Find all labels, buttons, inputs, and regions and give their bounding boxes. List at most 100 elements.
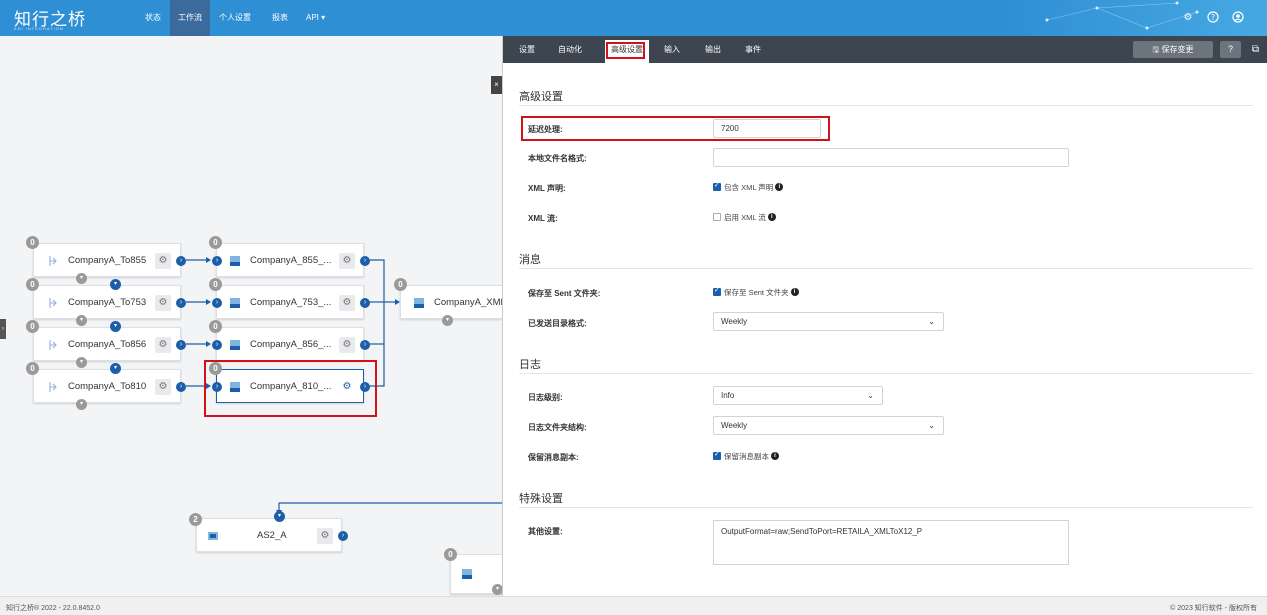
other-settings-textarea[interactable]: OutputFormat=raw;SendToPort=RETAILA_XMLT… xyxy=(713,520,1069,565)
nav-reports[interactable]: 报表 xyxy=(264,0,296,36)
info-icon[interactable]: i xyxy=(790,288,799,296)
input-port-icon[interactable]: › xyxy=(212,256,222,266)
divider xyxy=(519,268,1253,269)
checkbox-unchecked-icon[interactable] xyxy=(713,213,721,221)
node-settings-gear-icon[interactable]: ⚙ xyxy=(317,528,333,544)
user-icon[interactable] xyxy=(1231,11,1245,25)
chevron-down-icon[interactable]: ▾ xyxy=(76,315,87,326)
node-count-badge: 0 xyxy=(209,320,222,333)
checkbox-checked-icon[interactable] xyxy=(713,181,721,191)
flow-node[interactable]: › CompanyA_753_... ⚙ › xyxy=(212,285,370,319)
nav-status[interactable]: 状态 xyxy=(137,0,169,36)
xml-file-icon xyxy=(229,339,241,351)
close-panel-button[interactable]: × xyxy=(491,76,502,94)
help-button[interactable]: ? xyxy=(1220,41,1241,58)
tab-output[interactable]: 输出 xyxy=(699,36,727,63)
chevron-down-icon[interactable]: ▾ xyxy=(492,584,502,595)
script-icon xyxy=(47,381,59,393)
output-port-icon[interactable]: › xyxy=(176,256,186,266)
node-label: CompanyA_To753 xyxy=(68,297,147,308)
node-label: CompanyA_XML xyxy=(434,297,502,308)
tab-automation[interactable]: 自动化 xyxy=(552,36,588,63)
gear-icon[interactable]: ⚙ xyxy=(1181,11,1195,25)
flow-node[interactable]: CompanyA_To810 ⚙ › xyxy=(33,369,186,403)
xml-declaration-checkbox[interactable]: 包含 XML 声明i xyxy=(713,181,784,193)
help-icon[interactable]: ? xyxy=(1206,11,1220,25)
flow-node[interactable]: AS2_A ⚙ › xyxy=(196,518,348,552)
flow-node[interactable]: CompanyA_To855 ⚙ › xyxy=(33,243,186,277)
node-count-badge: 0 xyxy=(444,548,457,561)
tab-input[interactable]: 输入 xyxy=(658,36,686,63)
external-link-icon[interactable]: ⧉ xyxy=(1245,41,1266,58)
chevron-down-icon[interactable]: ▾ xyxy=(76,273,87,284)
node-settings-gear-icon[interactable]: ⚙ xyxy=(155,337,171,353)
checkbox-checked-icon[interactable] xyxy=(713,286,721,296)
xml-file-icon xyxy=(461,568,473,580)
output-port-icon[interactable]: › xyxy=(176,298,186,308)
info-icon[interactable]: i xyxy=(775,183,784,191)
nav-workflow[interactable]: 工作流 xyxy=(170,0,210,36)
chevron-down-icon[interactable]: ▾ xyxy=(442,315,453,326)
output-port-icon[interactable]: › xyxy=(176,382,186,392)
flow-node[interactable]: CompanyA_To856 ⚙ › xyxy=(33,327,186,361)
select-value: Weekly xyxy=(721,421,748,430)
chevron-down-icon[interactable]: ▾ xyxy=(76,399,87,410)
xml-file-icon xyxy=(229,297,241,309)
node-count-badge: 2 xyxy=(189,513,202,526)
tab-events[interactable]: 事件 xyxy=(739,36,767,63)
node-count-badge: 0 xyxy=(209,236,222,249)
node-count-badge: 0 xyxy=(26,362,39,375)
flow-node[interactable]: CompanyA_To753 ⚙ › xyxy=(33,285,186,319)
chevron-down-icon[interactable]: ▾ xyxy=(110,321,121,332)
checkbox-checked-icon[interactable] xyxy=(713,450,721,460)
save-sent-checkbox[interactable]: 保存至 Sent 文件夹i xyxy=(713,286,799,298)
delay-input[interactable]: 7200 xyxy=(713,119,821,138)
node-settings-gear-icon[interactable]: ⚙ xyxy=(339,337,355,353)
flow-canvas[interactable]: CompanyA_To855 ⚙ › 0 ▾ CompanyA_To753 ⚙ … xyxy=(0,36,502,596)
tab-settings[interactable]: 设置 xyxy=(513,36,541,63)
output-port-icon[interactable]: › xyxy=(360,340,370,350)
node-settings-gear-icon[interactable]: ⚙ xyxy=(339,253,355,269)
flow-node[interactable]: › CompanyA_855_... ⚙ › xyxy=(212,243,370,277)
output-port-icon[interactable]: › xyxy=(176,340,186,350)
chevron-down-icon[interactable]: ▾ xyxy=(110,363,121,374)
input-port-icon[interactable]: › xyxy=(212,298,222,308)
info-icon[interactable]: i xyxy=(771,452,779,460)
section-title-advanced: 高级设置 xyxy=(519,91,563,103)
keep-copy-checkbox[interactable]: 保留消息副本i xyxy=(713,450,779,462)
save-changes-button[interactable]: 🖫 保存变更 xyxy=(1133,41,1213,58)
sent-dir-format-select[interactable]: Weekly ⌄ xyxy=(713,312,944,331)
chevron-down-icon[interactable]: ▾ xyxy=(76,357,87,368)
node-settings-gear-icon[interactable]: ⚙ xyxy=(155,379,171,395)
settings-panel: 设置 自动化 高级设置 输入 输出 事件 🖫 保存变更 ? ⧉ 高级设置 延迟处… xyxy=(502,36,1267,596)
flow-node[interactable]: CompanyA_XML xyxy=(400,285,502,319)
nav-api[interactable]: API ▾ xyxy=(298,0,333,36)
node-settings-gear-icon[interactable]: ⚙ xyxy=(339,295,355,311)
log-level-select[interactable]: Info ⌄ xyxy=(713,386,883,405)
input-port-icon[interactable]: › xyxy=(212,340,222,350)
divider xyxy=(519,105,1253,106)
node-label: CompanyA_753_... xyxy=(250,297,332,308)
left-sidebar-toggle[interactable]: › xyxy=(0,319,6,339)
nav-personal-settings[interactable]: 个人设置 xyxy=(211,0,259,36)
chevron-down-icon: ⌄ xyxy=(867,391,874,400)
node-settings-gear-icon[interactable]: ⚙ xyxy=(155,295,171,311)
select-value: Weekly xyxy=(721,317,748,326)
xml-stream-checkbox[interactable]: 启用 XML 流i xyxy=(713,212,776,223)
node-settings-gear-icon[interactable]: ⚙ xyxy=(155,253,171,269)
info-icon[interactable]: i xyxy=(767,213,776,221)
section-title-message: 消息 xyxy=(519,254,541,266)
node-count-badge: 0 xyxy=(26,278,39,291)
checkbox-label: 保留消息副本 xyxy=(724,452,769,461)
chevron-down-icon[interactable]: ▾ xyxy=(110,279,121,290)
flow-node[interactable]: › CompanyA_856_... ⚙ › xyxy=(212,327,370,361)
output-port-icon[interactable]: › xyxy=(360,256,370,266)
panel-tabs: 设置 自动化 高级设置 输入 输出 事件 🖫 保存变更 ? ⧉ xyxy=(503,36,1267,63)
node-label: CompanyA_855_... xyxy=(250,255,332,266)
local-filename-input[interactable] xyxy=(713,148,1069,167)
log-folder-select[interactable]: Weekly ⌄ xyxy=(713,416,944,435)
output-port-icon[interactable]: › xyxy=(338,531,348,541)
output-port-icon[interactable]: › xyxy=(360,298,370,308)
selected-node-highlight xyxy=(204,360,377,417)
chevron-down-icon[interactable]: ▾ xyxy=(274,511,285,522)
